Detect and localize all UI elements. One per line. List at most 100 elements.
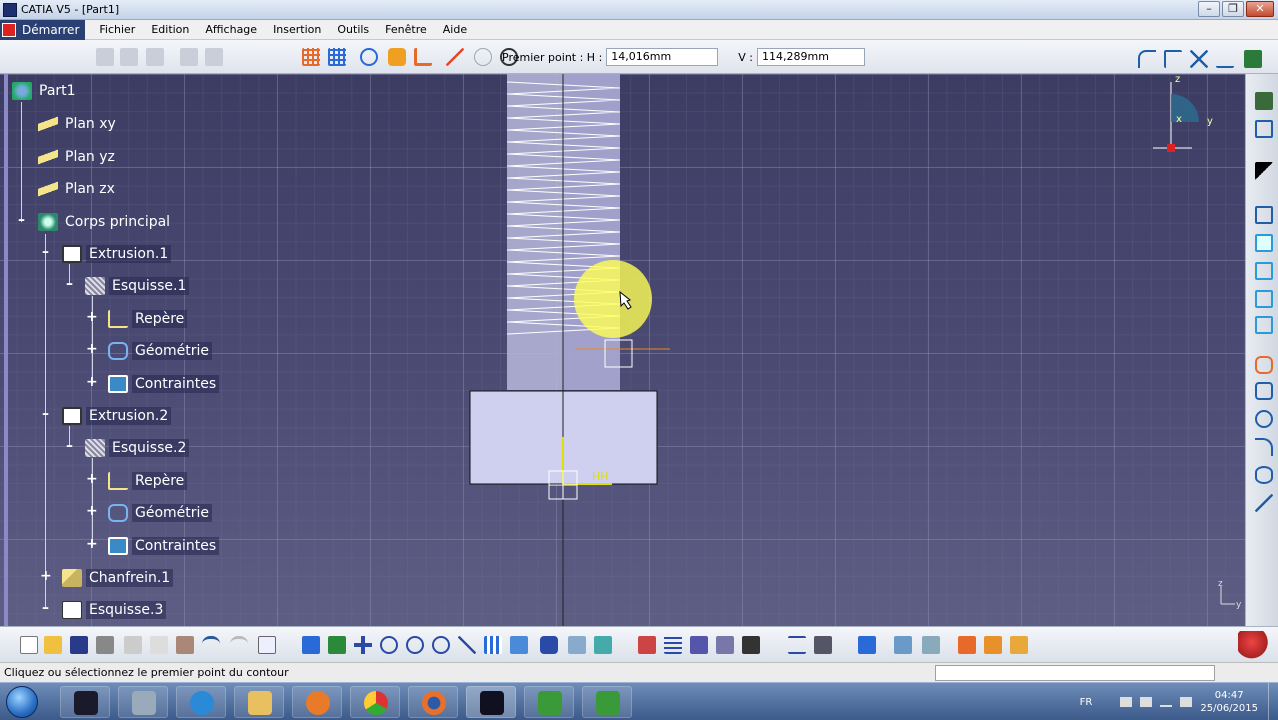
formula-icon[interactable] [984,636,1002,654]
tree-node-esquisse1[interactable]: Esquisse.1 [85,276,190,296]
tree-node-extrusion1[interactable]: Extrusion.1 [62,244,172,264]
collapse-icon[interactable]: – [16,213,27,227]
tray-network-icon[interactable] [1160,697,1173,707]
collapse-icon[interactable]: – [40,407,51,421]
taskbar-camtasia-2[interactable] [582,686,632,718]
tree-node-extrusion2[interactable]: Extrusion.2 [62,406,172,426]
tree-node-repere1[interactable]: Repère [108,309,188,329]
line-icon[interactable] [446,48,464,66]
tray-usb-icon[interactable] [1140,697,1153,707]
measure-icon[interactable] [922,636,940,654]
elongated-hole-icon[interactable] [1255,316,1273,334]
mirror-icon[interactable] [1216,50,1234,68]
expand-icon[interactable]: + [86,342,98,356]
construction-element-icon[interactable] [360,48,378,66]
fit-all-icon[interactable] [328,636,346,654]
tree-node-geometrie2[interactable]: Géométrie [108,503,213,523]
taskbar-chrome[interactable] [350,686,400,718]
normal-view-icon[interactable] [458,636,476,654]
tree-node-plan-zx[interactable]: Plan zx [38,179,118,199]
taskbar-computer[interactable] [118,686,168,718]
taskbar-catia-active[interactable] [466,686,516,718]
taskbar-explorer[interactable] [234,686,284,718]
taskbar-media-player[interactable] [292,686,342,718]
ellipse-icon[interactable] [1255,466,1273,484]
expand-icon[interactable]: + [86,375,98,389]
exit-workbench-icon[interactable] [1255,120,1273,138]
menu-affichage[interactable]: Affichage [197,23,265,36]
swap-space-icon[interactable] [594,636,612,654]
tray-action-center-icon[interactable] [1120,697,1133,707]
taskbar-firefox[interactable] [408,686,458,718]
tree-node-contraintes1[interactable]: Contraintes [108,374,220,394]
h-coordinate-field[interactable]: 14,016mm [606,48,719,66]
workbench-icon[interactable] [1255,92,1273,110]
start-menu[interactable]: Démarrer [0,19,86,40]
tree-node-plan-yz[interactable]: Plan yz [38,147,118,167]
keyhole-icon[interactable] [1255,356,1273,374]
material-icon[interactable] [814,636,832,654]
collapse-icon[interactable]: – [40,245,51,259]
tree-node-plan-xy[interactable]: Plan xy [38,114,119,134]
menu-aide[interactable]: Aide [435,23,475,36]
arc-icon[interactable] [1255,438,1273,456]
tree-node-part1[interactable]: Part1 [12,81,79,101]
cut-icon[interactable] [124,636,142,654]
tree-node-repere2[interactable]: Repère [108,471,188,491]
zoom-in-icon[interactable] [406,636,424,654]
expand-icon[interactable]: + [86,472,98,486]
swap-icon[interactable] [788,636,806,654]
dimension-visual-icon[interactable] [716,636,734,654]
rectangle-icon[interactable] [1255,234,1273,252]
oriented-rectangle-icon[interactable] [1255,262,1273,280]
save-icon[interactable] [70,636,88,654]
sketch-analysis-icon[interactable] [638,636,656,654]
paste-icon[interactable] [176,636,194,654]
collapse-icon[interactable]: – [64,277,75,291]
project-3d-icon[interactable] [1244,50,1262,68]
copy-icon[interactable] [150,636,168,654]
minimize-button[interactable]: – [1198,1,1220,17]
circle-tool-icon[interactable] [1255,410,1273,428]
tree-node-corps-principal[interactable]: Corps principal [38,212,173,232]
knowledge-icon[interactable] [958,636,976,654]
rotate-icon[interactable] [380,636,398,654]
collapse-icon[interactable]: – [40,601,51,615]
menu-insertion[interactable]: Insertion [265,23,329,36]
restore-button[interactable]: ❐ [1222,1,1244,17]
taskbar-internet-explorer[interactable] [176,686,226,718]
line-tool-icon[interactable] [1255,494,1273,512]
compass-axis-widget[interactable]: z y x [1153,74,1213,152]
snap-to-point-icon[interactable] [328,48,346,66]
tree-node-geometrie1[interactable]: Géométrie [108,341,213,361]
close-button[interactable]: ✕ [1246,1,1274,17]
chamfer-icon[interactable] [1164,50,1182,68]
tree-node-esquisse3[interactable]: Esquisse.3 [62,600,167,620]
geometric-constraints-icon[interactable] [388,48,406,66]
taskbar-camtasia-1[interactable] [524,686,574,718]
command-input[interactable] [935,665,1215,681]
menu-fichier[interactable]: Fichier [91,23,143,36]
constraint-visual-icon[interactable] [690,636,708,654]
redo-icon[interactable] [230,636,248,654]
select-icon[interactable] [858,636,876,654]
expand-icon[interactable]: + [86,504,98,518]
collapse-icon[interactable]: – [64,439,75,453]
tree-node-esquisse2[interactable]: Esquisse.2 [85,438,190,458]
circle-icon[interactable] [474,48,492,66]
taskbar-catia-launcher[interactable] [60,686,110,718]
parallelogram-icon[interactable] [1255,290,1273,308]
menu-outils[interactable]: Outils [329,23,377,36]
sketch-viewport[interactable]: HH z y x z y Part1 Plan xy Plan yz Plan … [0,74,1245,626]
windows-start-button[interactable] [6,686,38,718]
corner-icon[interactable] [1138,50,1156,68]
fly-mode-icon[interactable] [302,636,320,654]
diagnostic-icon[interactable] [742,636,760,654]
expand-icon[interactable]: + [86,537,98,551]
undo-icon[interactable] [202,636,220,654]
pan-icon[interactable] [354,636,372,654]
hide-show-icon[interactable] [568,636,586,654]
select-arrow-icon[interactable] [1255,162,1273,180]
tree-node-chanfrein1[interactable]: Chanfrein.1 [62,568,174,588]
cut-part-icon[interactable] [664,636,682,654]
